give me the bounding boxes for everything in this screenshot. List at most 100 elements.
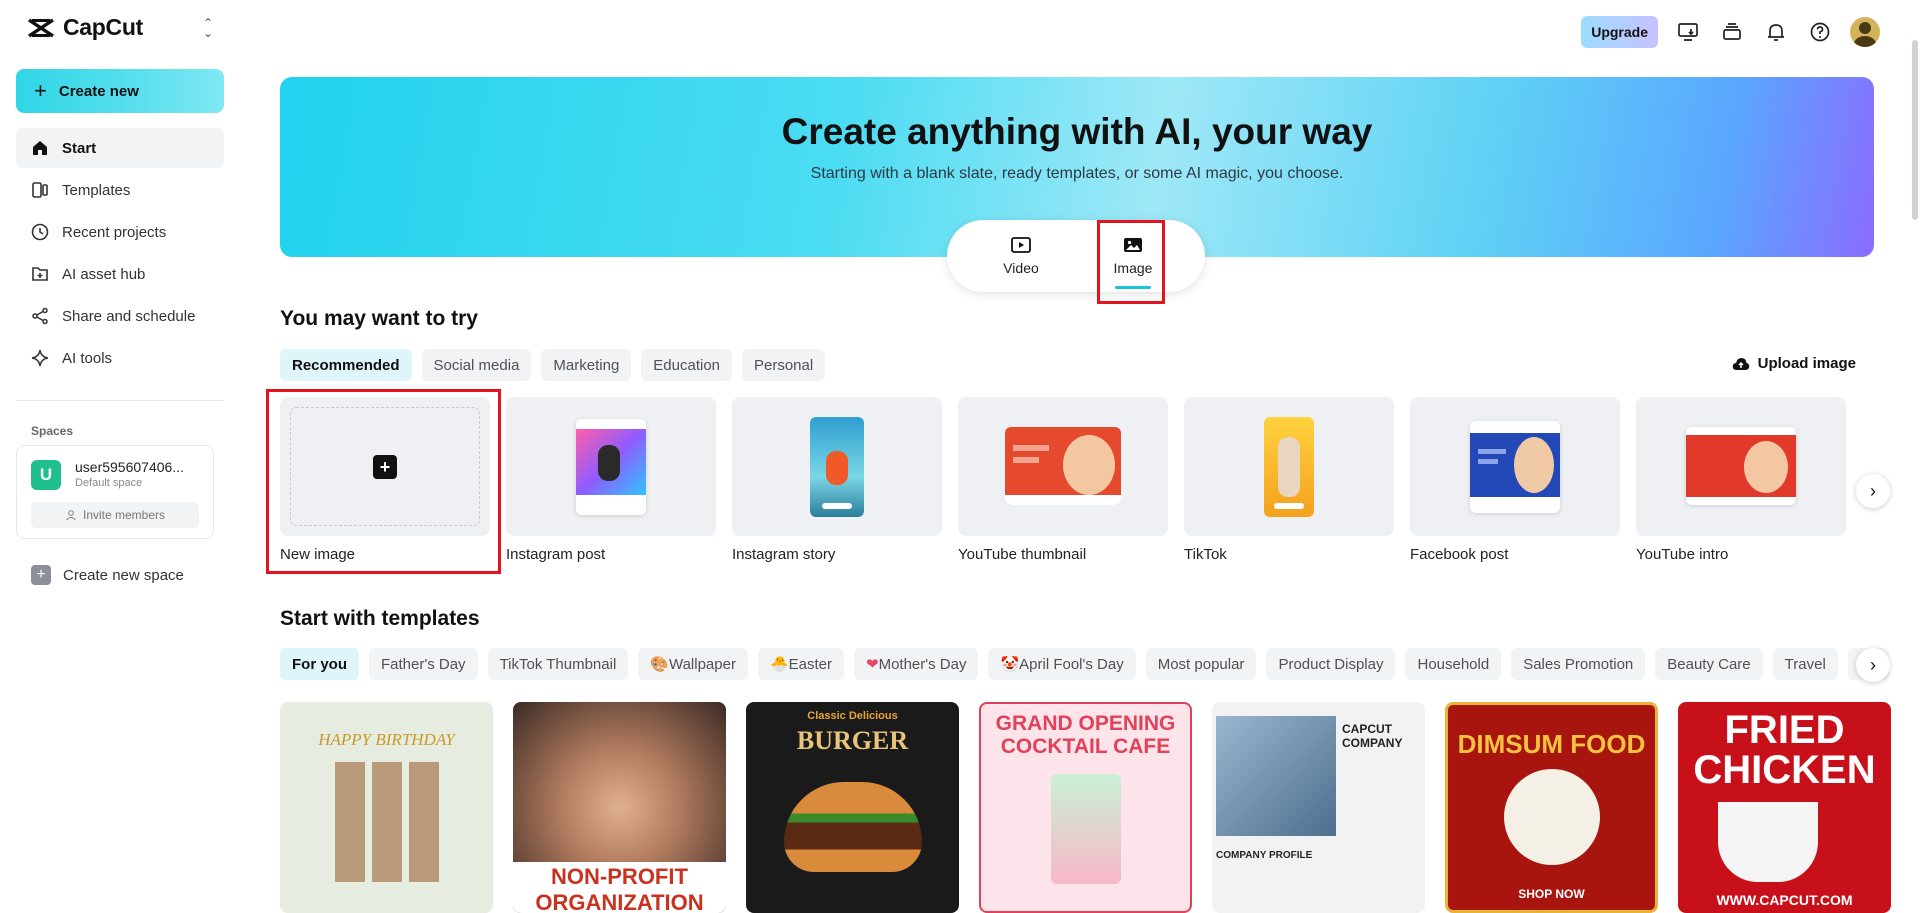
- capcut-logo-icon: [28, 18, 54, 37]
- template-grid: HAPPY BIRTHDAY NON-PROFIT ORGANIZATION C…: [280, 702, 1891, 913]
- templates-icon: [32, 182, 48, 198]
- highlight-box-image-tab: [1097, 220, 1165, 304]
- tab-for-you[interactable]: For you: [280, 648, 359, 680]
- tab-social-media[interactable]: Social media: [421, 349, 532, 381]
- template-subtitle: SHOP NOW: [1518, 887, 1585, 901]
- templates-next-arrow-button[interactable]: ›: [1856, 648, 1890, 682]
- template-subtitle: COMPANY PROFILE: [1216, 850, 1313, 861]
- instagram-post-mockup: [576, 419, 646, 515]
- tab-most-popular[interactable]: Most popular: [1145, 648, 1257, 680]
- tab-sales-promotion[interactable]: Sales Promotion: [1511, 648, 1646, 680]
- template-card[interactable]: HAPPY BIRTHDAY: [280, 702, 493, 913]
- youtube-intro-mockup: [1686, 427, 1796, 505]
- card-instagram-post[interactable]: Instagram post: [506, 397, 716, 563]
- card-instagram-story[interactable]: Instagram story: [732, 397, 942, 563]
- template-card[interactable]: DIMSUM FOOD SHOP NOW: [1445, 702, 1658, 913]
- create-new-space-label: Create new space: [63, 566, 184, 584]
- template-card[interactable]: GRAND OPENING COCKTAIL CAFE: [979, 702, 1192, 913]
- card-label: Facebook post: [1410, 546, 1509, 563]
- tab-wallpaper[interactable]: 🎨 Wallpaper: [638, 648, 748, 680]
- sidebar-item-label: AI tools: [62, 349, 113, 367]
- sidebar-item-ai-tools[interactable]: AI tools: [16, 338, 224, 378]
- emoji-icon: 🐣: [769, 656, 789, 673]
- cloud-upload-icon: [1732, 357, 1749, 370]
- create-new-button[interactable]: + Create new: [16, 69, 224, 113]
- space-card[interactable]: U user595607406... Default space Invite …: [16, 445, 214, 539]
- space-avatar: U: [31, 460, 61, 490]
- tab-label: April Fool's Day: [1019, 655, 1124, 673]
- scrollbar[interactable]: [1912, 40, 1918, 220]
- hero-title: Create anything with AI, your way: [781, 111, 1373, 152]
- brand-name: CapCut: [63, 14, 143, 40]
- tab-marketing[interactable]: Marketing: [541, 349, 632, 381]
- tab-fathers-day[interactable]: Father's Day: [369, 648, 478, 680]
- sidebar-item-ai-asset-hub[interactable]: AI asset hub: [16, 254, 224, 294]
- mode-video-tab[interactable]: Video: [986, 234, 1056, 276]
- tiktok-mockup: [1264, 417, 1314, 517]
- upload-image-label: Upload image: [1757, 355, 1856, 372]
- workspace-switch-icon[interactable]: ⌃ ⌄: [200, 17, 216, 39]
- asset-hub-icon: [32, 267, 48, 281]
- brand[interactable]: CapCut: [27, 14, 143, 41]
- tab-tiktok-thumbnail[interactable]: TikTok Thumbnail: [487, 648, 629, 680]
- tab-household[interactable]: Household: [1405, 648, 1502, 680]
- sidebar-item-share-schedule[interactable]: Share and schedule: [16, 296, 224, 336]
- clock-icon: [31, 223, 49, 241]
- avatar[interactable]: [1850, 17, 1880, 47]
- card-facebook-post[interactable]: Facebook post: [1410, 397, 1620, 563]
- templates-section-title: Start with templates: [280, 607, 480, 630]
- card-youtube-intro[interactable]: YouTube intro: [1636, 397, 1846, 563]
- hero-subtitle: Starting with a blank slate, ready templ…: [810, 165, 1344, 182]
- tab-product-display[interactable]: Product Display: [1266, 648, 1396, 680]
- tab-mothers-day[interactable]: ❤ Mother's Day: [854, 648, 979, 680]
- card-tiktok[interactable]: TikTok: [1184, 397, 1394, 563]
- template-card[interactable]: FRIED CHICKEN WWW.CAPCUT.COM: [1678, 702, 1891, 913]
- next-arrow-button[interactable]: ›: [1856, 474, 1890, 508]
- template-title: HAPPY BIRTHDAY: [318, 730, 455, 749]
- building-photo: [1216, 716, 1336, 836]
- card-label: Instagram story: [732, 546, 836, 563]
- sparkle-icon: [31, 349, 49, 367]
- bell-icon[interactable]: [1762, 18, 1790, 46]
- stack-icon[interactable]: [1718, 18, 1746, 46]
- tab-label: Easter: [788, 655, 832, 673]
- invite-members-button[interactable]: Invite members: [31, 502, 199, 528]
- desktop-download-icon[interactable]: [1674, 18, 1702, 46]
- sidebar: CapCut ⌃ ⌄ + Create new Start Templates R…: [0, 0, 240, 913]
- template-card[interactable]: CAPCUT COMPANY COMPANY PROFILE: [1212, 702, 1425, 913]
- upgrade-button[interactable]: Upgrade: [1581, 16, 1658, 48]
- template-card[interactable]: Classic Delicious BURGER: [746, 702, 959, 913]
- tab-easter[interactable]: 🐣 Easter: [757, 648, 844, 680]
- sidebar-item-start[interactable]: Start: [16, 128, 224, 168]
- create-new-space-button[interactable]: + Create new space: [31, 565, 184, 585]
- facebook-post-mockup: [1470, 421, 1560, 513]
- tab-beauty-care[interactable]: Beauty Care: [1655, 648, 1763, 680]
- template-card[interactable]: NON-PROFIT ORGANIZATION: [513, 702, 726, 913]
- sidebar-item-label: Start: [62, 139, 97, 157]
- tab-label: Wallpaper: [668, 655, 736, 673]
- tab-personal[interactable]: Personal: [742, 349, 826, 381]
- sidebar-item-recent-projects[interactable]: Recent projects: [16, 212, 224, 252]
- spaces-label: Spaces: [31, 424, 74, 438]
- template-title: CAPCUT COMPANY: [1342, 722, 1403, 750]
- template-title: BURGER: [796, 726, 909, 755]
- help-icon[interactable]: [1806, 18, 1834, 46]
- video-icon: [1011, 237, 1031, 253]
- sidebar-nav: Start Templates Recent projects AI asset…: [16, 128, 224, 380]
- tab-label: Mother's Day: [878, 655, 967, 673]
- tab-travel[interactable]: Travel: [1772, 648, 1838, 680]
- tab-april-fools-day[interactable]: 🤡 April Fool's Day: [988, 648, 1136, 680]
- template-subtitle: Classic Delicious: [807, 710, 898, 722]
- sidebar-item-label: Recent projects: [62, 223, 167, 241]
- highlight-box-new-image: [266, 389, 501, 574]
- card-label: Instagram post: [506, 546, 606, 563]
- plus-icon: +: [31, 565, 51, 585]
- sidebar-item-templates[interactable]: Templates: [16, 170, 224, 210]
- card-youtube-thumbnail[interactable]: YouTube thumbnail: [958, 397, 1168, 563]
- tab-recommended[interactable]: Recommended: [280, 349, 412, 381]
- tab-education[interactable]: Education: [641, 349, 732, 381]
- upload-image-button[interactable]: Upload image: [1732, 355, 1856, 372]
- emoji-icon: 🎨: [650, 656, 669, 673]
- emoji-icon: 🤡: [1000, 656, 1020, 673]
- burger-image: [784, 782, 922, 872]
